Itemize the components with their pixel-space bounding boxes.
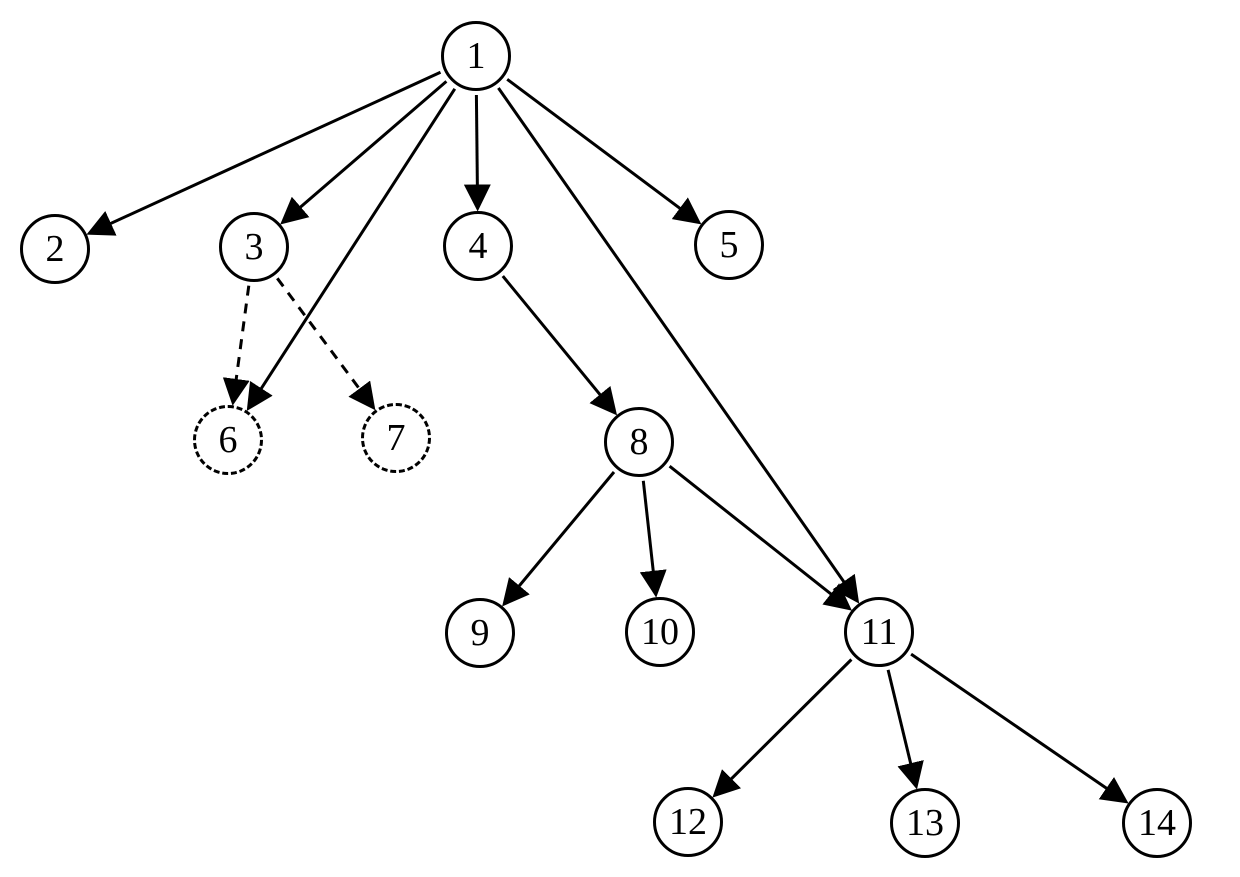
edge-n3-n7 [277, 278, 372, 406]
edge-n8-n11 [670, 466, 849, 608]
edge-n11-n13 [888, 670, 916, 785]
node-label: 14 [1138, 801, 1176, 845]
node-label: 1 [467, 34, 486, 78]
edge-n1-n5 [507, 79, 698, 221]
node-label: 2 [46, 227, 65, 271]
node-11: 11 [844, 597, 914, 667]
node-12: 12 [653, 787, 723, 857]
node-label: 4 [469, 224, 488, 268]
node-label: 7 [387, 416, 406, 460]
edge-n1-n11 [498, 88, 856, 600]
node-label: 3 [245, 225, 264, 269]
node-label: 11 [861, 610, 898, 654]
node-label: 9 [471, 611, 490, 655]
node-label: 8 [630, 420, 649, 464]
node-6: 6 [193, 405, 263, 475]
node-4: 4 [443, 211, 513, 281]
node-label: 5 [720, 223, 739, 267]
node-3: 3 [219, 212, 289, 282]
edge-n1-n4 [476, 95, 477, 207]
node-2: 2 [20, 214, 90, 284]
node-label: 13 [906, 801, 944, 845]
node-5: 5 [694, 210, 764, 280]
node-7: 7 [361, 403, 431, 473]
edge-n4-n8 [503, 276, 614, 412]
node-9: 9 [445, 598, 515, 668]
node-1: 1 [441, 21, 511, 91]
node-8: 8 [604, 407, 674, 477]
node-label: 6 [219, 418, 238, 462]
node-10: 10 [625, 597, 695, 667]
node-14: 14 [1122, 788, 1192, 858]
edge-n11-n12 [716, 660, 852, 795]
edge-n8-n10 [643, 481, 655, 593]
edge-n1-n2 [91, 72, 441, 232]
edge-n8-n9 [505, 472, 614, 603]
edge-n1-n3 [284, 81, 447, 221]
edge-n3-n6 [233, 286, 249, 402]
node-label: 12 [669, 800, 707, 844]
edge-n11-n14 [911, 654, 1125, 801]
node-label: 10 [641, 610, 679, 654]
graph-diagram: 1234567891011121314 [0, 0, 1240, 877]
node-13: 13 [890, 788, 960, 858]
